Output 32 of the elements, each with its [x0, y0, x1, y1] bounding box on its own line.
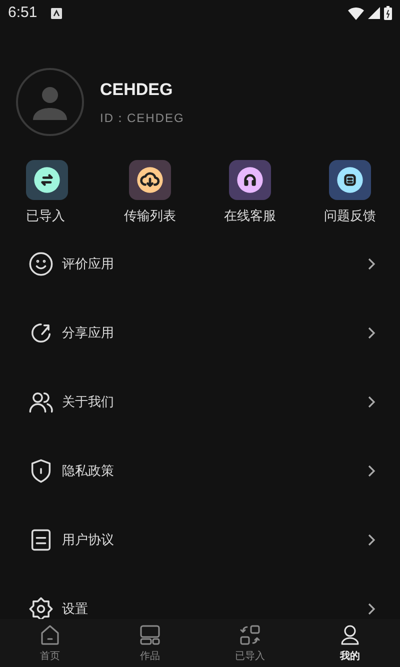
menu-item[interactable]: 分享应用: [0, 298, 400, 368]
layout-icon: [138, 622, 162, 646]
tab[interactable]: 作品: [100, 619, 200, 667]
shortcut-button[interactable]: 问题反馈: [300, 160, 400, 226]
tab[interactable]: 首页: [0, 619, 100, 667]
chevron-right-icon: [366, 258, 376, 270]
chevron-right-icon: [366, 327, 376, 339]
chevron-right-icon: [366, 396, 376, 408]
smiley-icon: [28, 251, 54, 277]
menu-item[interactable]: 用户协议: [0, 506, 400, 574]
menu-item[interactable]: 关于我们: [0, 368, 400, 436]
tab[interactable]: 已导入: [200, 619, 300, 667]
clock: 6:51: [8, 2, 38, 23]
notification-icon: [51, 8, 62, 18]
shortcut-button[interactable]: 已导入: [0, 160, 100, 226]
shortcut-button[interactable]: 在线客服: [200, 160, 300, 226]
chevron-right-icon: [366, 465, 376, 477]
wifi-icon: [348, 6, 364, 20]
tab[interactable]: 我的: [300, 619, 400, 667]
menu-item[interactable]: 隐私政策: [0, 436, 400, 506]
menu-item[interactable]: 设置: [0, 574, 400, 619]
menu-item[interactable]: 评价应用: [0, 230, 400, 298]
avatar[interactable]: [16, 68, 84, 136]
battery-icon: [384, 6, 392, 20]
user-name: CEHDEG: [100, 79, 174, 102]
chevron-right-icon: [366, 534, 376, 546]
shortcut-button[interactable]: 传输列表: [100, 160, 200, 226]
chevron-right-icon: [366, 603, 376, 615]
user-id: ID：CEHDEG: [100, 110, 184, 127]
signal-icon: [368, 7, 380, 19]
gear-icon: [28, 596, 54, 619]
swap-icon: [238, 622, 262, 646]
